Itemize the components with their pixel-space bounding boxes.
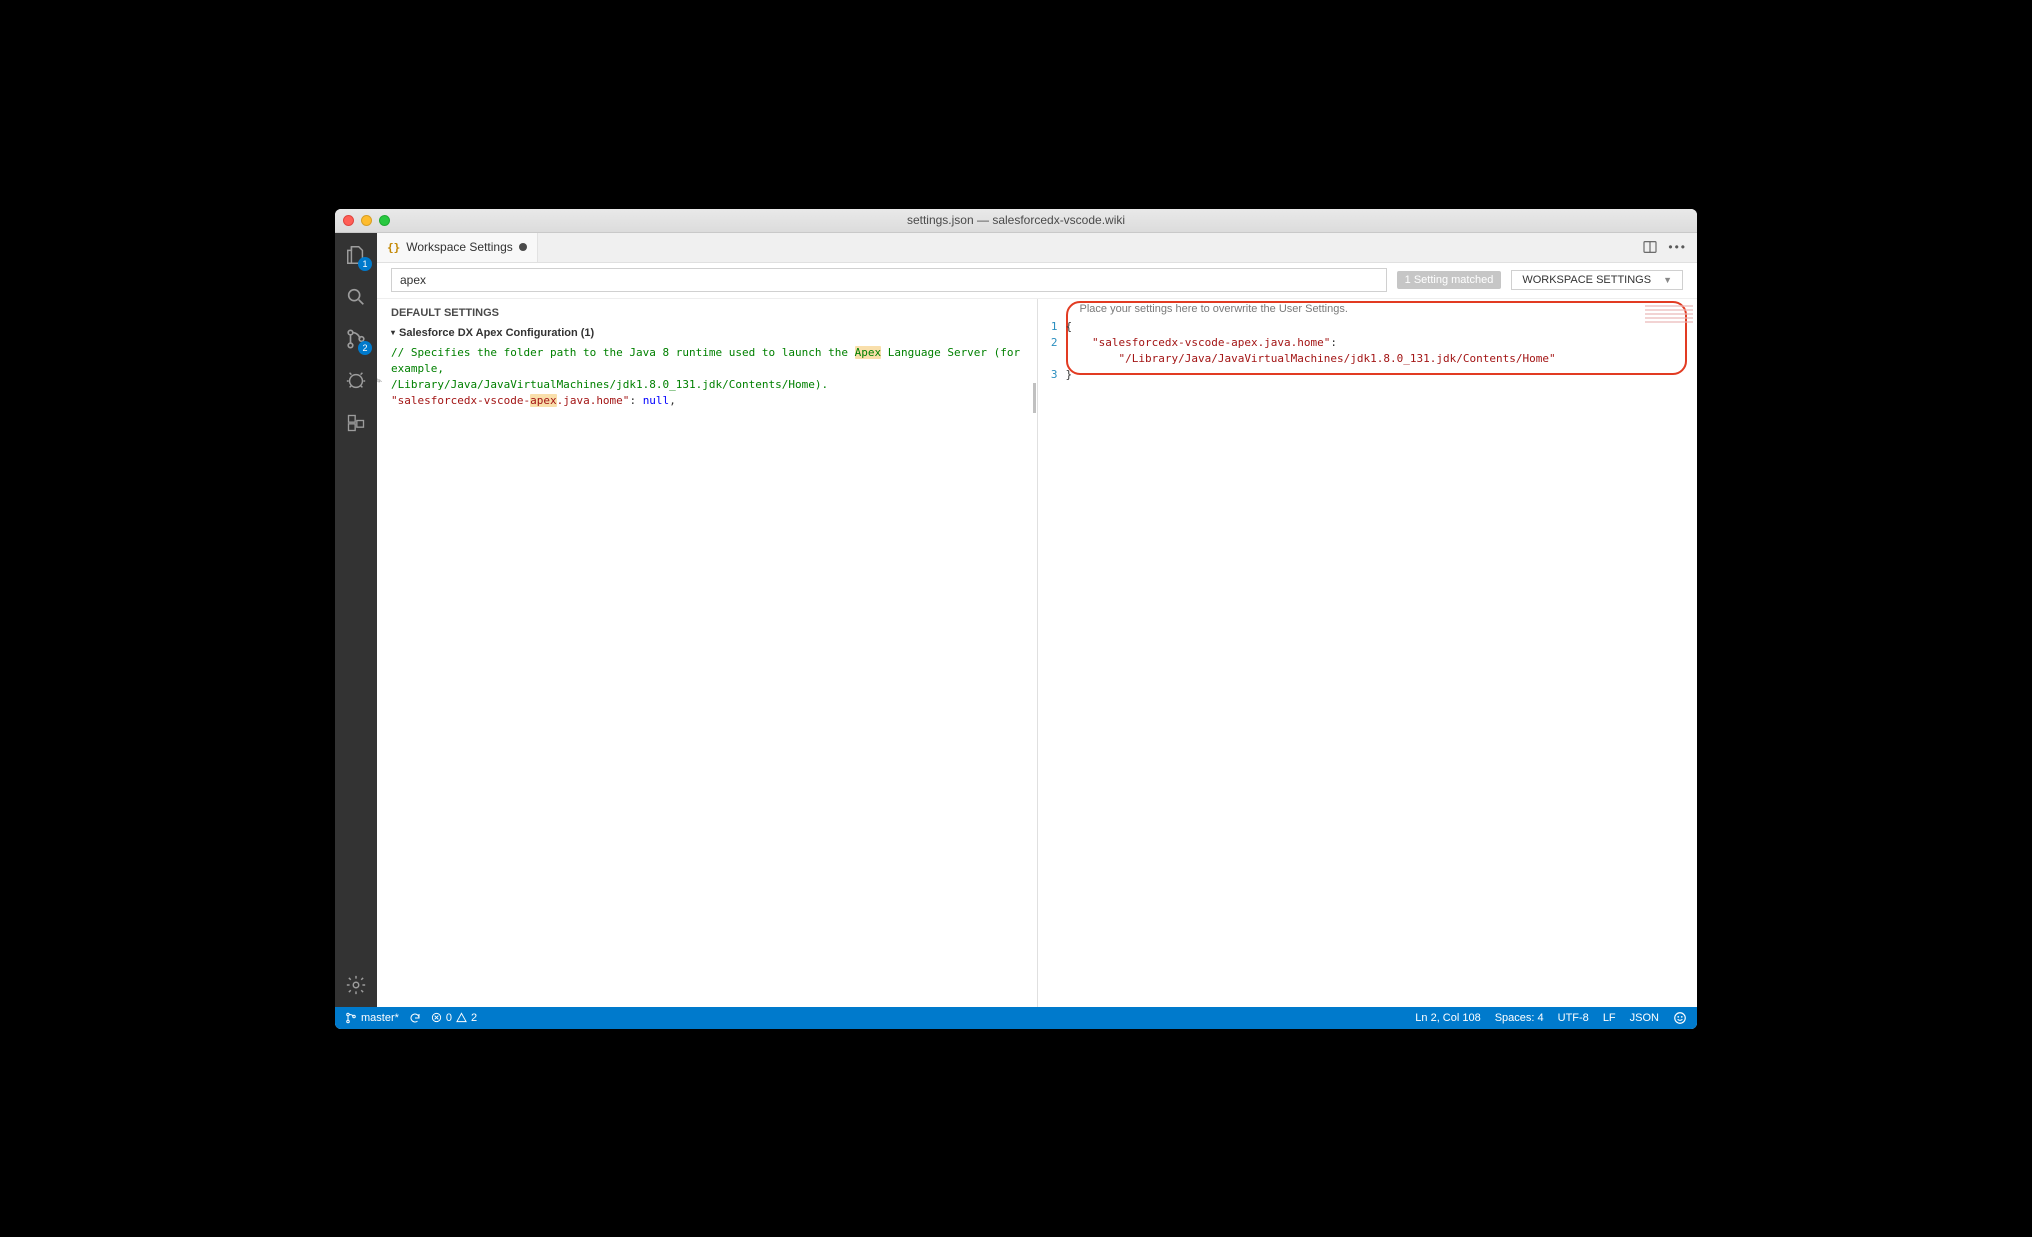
- workspace-settings-code[interactable]: 1 2 3 { "salesforcedx-vscode-apex.java.h…: [1038, 317, 1698, 393]
- app-window: settings.json — salesforcedx-vscode.wiki…: [335, 209, 1697, 1029]
- json-file-icon: {}: [387, 241, 400, 254]
- default-settings-pane: DEFAULT SETTINGS ▾ Salesforce DX Apex Co…: [377, 299, 1038, 1007]
- split-editor-icon[interactable]: [1642, 239, 1658, 255]
- sync-status[interactable]: [409, 1012, 421, 1024]
- dirty-indicator-icon: [519, 243, 527, 251]
- default-settings-code[interactable]: ✎ // Specifies the folder path to the Ja…: [377, 343, 1037, 419]
- explorer-icon[interactable]: 1: [342, 241, 370, 269]
- eol-status[interactable]: LF: [1603, 1012, 1616, 1024]
- tabs-bar: {} Workspace Settings •••: [377, 233, 1697, 263]
- indentation-status[interactable]: Spaces: 4: [1495, 1012, 1544, 1024]
- settings-scope-label: WORKSPACE SETTINGS: [1522, 274, 1651, 286]
- search-icon[interactable]: [342, 283, 370, 311]
- extensions-icon[interactable]: [342, 409, 370, 437]
- scm-badge: 2: [358, 341, 372, 355]
- git-branch-status[interactable]: master*: [345, 1012, 399, 1024]
- settings-gear-icon[interactable]: [342, 971, 370, 999]
- explorer-badge: 1: [358, 257, 372, 271]
- feedback-smiley-icon[interactable]: [1673, 1011, 1687, 1025]
- settings-scope-dropdown[interactable]: WORKSPACE SETTINGS ▼: [1511, 270, 1683, 290]
- tab-workspace-settings[interactable]: {} Workspace Settings: [377, 233, 538, 262]
- line-gutter: 1 2 3: [1038, 319, 1066, 383]
- settings-category-label: Salesforce DX Apex Configuration (1): [399, 327, 594, 339]
- settings-search-input[interactable]: [391, 268, 1387, 292]
- settings-category-row[interactable]: ▾ Salesforce DX Apex Configuration (1): [377, 323, 1037, 343]
- settings-search-bar: 1 Setting matched WORKSPACE SETTINGS ▼: [377, 263, 1697, 299]
- problems-status[interactable]: 0 2: [431, 1012, 477, 1024]
- edit-pencil-icon[interactable]: ✎: [377, 372, 385, 389]
- debug-icon[interactable]: [342, 367, 370, 395]
- chevron-down-icon: ▾: [391, 328, 395, 337]
- language-mode-status[interactable]: JSON: [1630, 1012, 1659, 1024]
- more-actions-icon[interactable]: •••: [1668, 240, 1687, 254]
- titlebar: settings.json — salesforcedx-vscode.wiki: [335, 209, 1697, 233]
- window-title: settings.json — salesforcedx-vscode.wiki: [335, 213, 1697, 227]
- chevron-down-icon: ▼: [1663, 275, 1672, 285]
- activity-bar: 1 2: [335, 233, 377, 1007]
- status-bar: master* 0 2 Ln 2, Col 108 Spaces: 4 UTF-…: [335, 1007, 1697, 1029]
- cursor-position-status[interactable]: Ln 2, Col 108: [1415, 1012, 1480, 1024]
- minimap[interactable]: [1645, 305, 1693, 323]
- encoding-status[interactable]: UTF-8: [1558, 1012, 1589, 1024]
- default-settings-heading: DEFAULT SETTINGS: [377, 299, 1037, 323]
- tab-label: Workspace Settings: [406, 240, 513, 254]
- settings-match-badge: 1 Setting matched: [1397, 271, 1502, 289]
- workspace-settings-pane: Place your settings here to overwrite th…: [1038, 299, 1698, 1007]
- source-control-icon[interactable]: 2: [342, 325, 370, 353]
- editor-group: {} Workspace Settings ••• 1 Setting matc…: [377, 233, 1697, 1007]
- settings-override-hint: Place your settings here to overwrite th…: [1038, 299, 1698, 317]
